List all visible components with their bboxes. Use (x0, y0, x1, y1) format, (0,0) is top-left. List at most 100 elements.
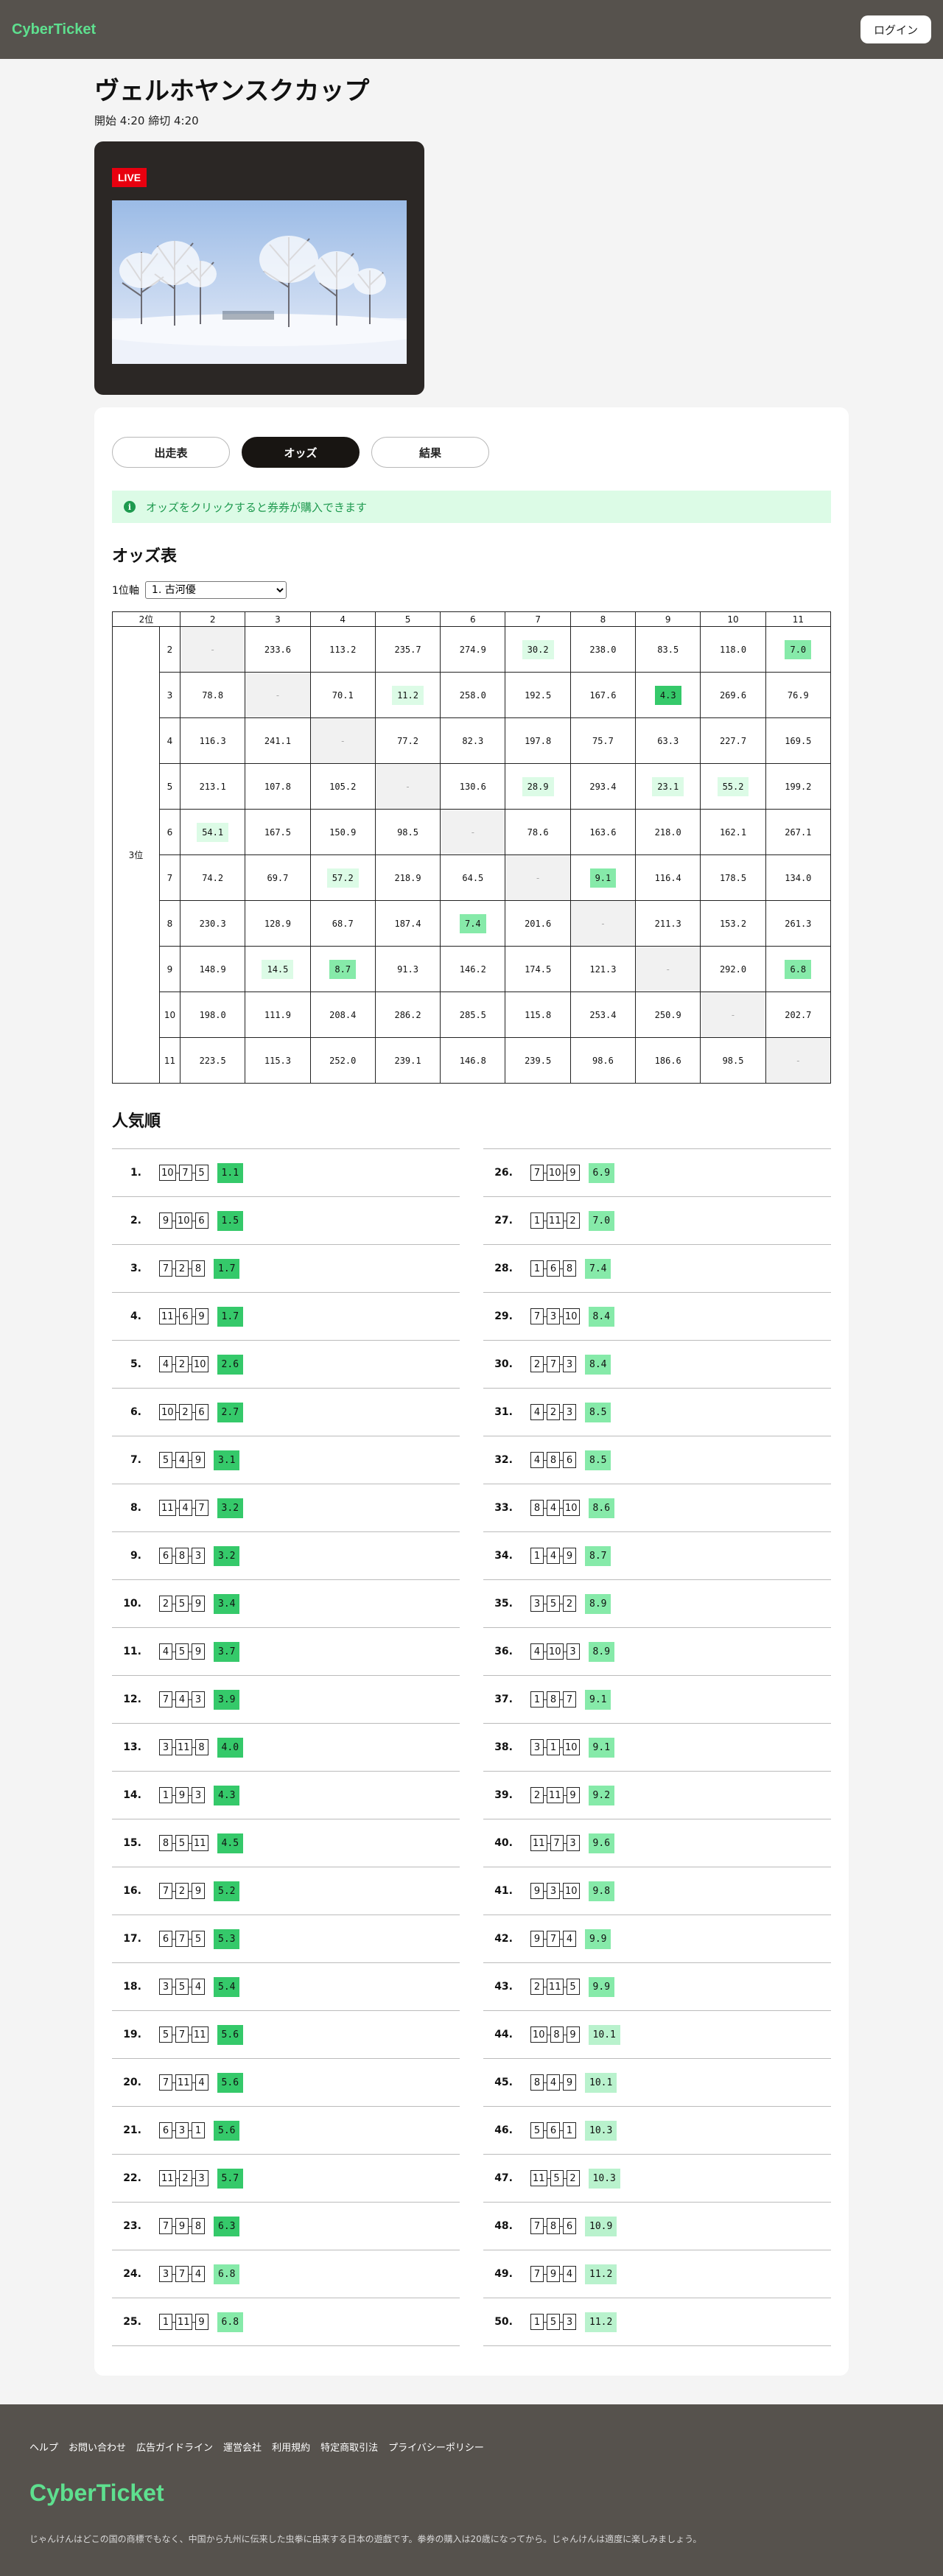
ranking-item[interactable]: 47. 11 5 2 10.3 (483, 2155, 831, 2203)
ranking-item[interactable]: 26. 7 10 9 6.9 (483, 1149, 831, 1197)
rank-odds[interactable]: 5.7 (217, 2168, 244, 2189)
odds-cell[interactable]: 202.7 (765, 992, 832, 1038)
ranking-item[interactable]: 11. 4 5 9 3.7 (112, 1628, 460, 1676)
odds-cell[interactable]: 78.6 (505, 809, 571, 855)
rank-odds[interactable]: 2.7 (217, 1402, 244, 1422)
odds-cell[interactable]: 77.2 (374, 717, 441, 764)
rank-odds[interactable]: 2.6 (217, 1354, 244, 1375)
tab-entries[interactable]: 出走表 (112, 437, 230, 468)
odds-cell[interactable]: 63.3 (635, 717, 701, 764)
rank-odds[interactable]: 4.0 (217, 1737, 244, 1758)
odds-cell[interactable]: 134.0 (765, 854, 832, 901)
ranking-item[interactable]: 4. 11 6 9 1.7 (112, 1293, 460, 1341)
odds-cell[interactable]: 201.6 (505, 900, 571, 947)
odds-cell[interactable]: 75.7 (569, 717, 637, 764)
rank-odds[interactable]: 3.9 (214, 1689, 240, 1710)
odds-cell[interactable]: 218.0 (635, 809, 701, 855)
rank-odds[interactable]: 9.2 (588, 1785, 615, 1805)
footer-link[interactable]: 利用規約 (272, 2440, 310, 2454)
ranking-item[interactable]: 9. 6 8 3 3.2 (112, 1532, 460, 1580)
odds-cell[interactable]: 69.7 (245, 854, 311, 901)
odds-cell[interactable]: 98.5 (374, 809, 441, 855)
axis-select[interactable]: 1. 古河優 (144, 581, 287, 599)
ranking-item[interactable]: 44. 10 8 9 10.1 (483, 2011, 831, 2059)
odds-cell[interactable]: 146.8 (440, 1037, 506, 1084)
login-button[interactable]: ログイン (860, 15, 931, 43)
ranking-item[interactable]: 32. 4 8 6 8.5 (483, 1436, 831, 1484)
ranking-item[interactable]: 1. 10 7 5 1.1 (112, 1149, 460, 1197)
odds-cell[interactable]: 116.4 (635, 854, 701, 901)
rank-odds[interactable]: 8.9 (585, 1593, 611, 1614)
odds-cell[interactable]: 223.5 (179, 1037, 246, 1084)
rank-odds[interactable]: 11.2 (585, 2312, 617, 2332)
rank-odds[interactable]: 8.4 (588, 1306, 615, 1327)
rank-odds[interactable]: 9.8 (588, 1881, 615, 1901)
ranking-item[interactable]: 33. 8 4 10 8.6 (483, 1484, 831, 1532)
odds-cell[interactable]: 55.2 (700, 763, 766, 810)
odds-cell[interactable]: 118.0 (700, 626, 766, 673)
rank-odds[interactable]: 5.3 (214, 1929, 240, 1949)
rank-odds[interactable]: 7.0 (588, 1210, 615, 1231)
rank-odds[interactable]: 3.4 (214, 1593, 240, 1614)
odds-cell[interactable]: 286.2 (374, 992, 441, 1038)
ranking-item[interactable]: 39. 2 11 9 9.2 (483, 1772, 831, 1819)
odds-cell[interactable]: 274.9 (440, 626, 506, 673)
odds-cell[interactable]: 235.7 (374, 626, 441, 673)
odds-cell[interactable]: 98.5 (700, 1037, 766, 1084)
odds-cell[interactable]: 197.8 (505, 717, 571, 764)
rank-odds[interactable]: 10.3 (588, 2168, 620, 2189)
odds-cell[interactable]: 186.6 (635, 1037, 701, 1084)
ranking-item[interactable]: 14. 1 9 3 4.3 (112, 1772, 460, 1819)
odds-cell[interactable]: 293.4 (569, 763, 637, 810)
ranking-item[interactable]: 29. 7 3 10 8.4 (483, 1293, 831, 1341)
odds-cell[interactable]: 4.3 (635, 672, 701, 718)
odds-cell[interactable]: 192.5 (505, 672, 571, 718)
odds-cell[interactable]: 239.1 (374, 1037, 441, 1084)
ranking-item[interactable]: 38. 3 1 10 9.1 (483, 1724, 831, 1772)
ranking-item[interactable]: 16. 7 2 9 5.2 (112, 1867, 460, 1915)
odds-cell[interactable]: 233.6 (245, 626, 311, 673)
rank-odds[interactable]: 6.8 (217, 2312, 244, 2332)
rank-odds[interactable]: 5.6 (217, 2072, 244, 2093)
odds-cell[interactable]: 253.4 (569, 992, 637, 1038)
odds-cell[interactable]: 107.8 (245, 763, 311, 810)
ranking-item[interactable]: 24. 3 7 4 6.8 (112, 2250, 460, 2298)
rank-odds[interactable]: 8.5 (585, 1450, 611, 1470)
ranking-item[interactable]: 34. 1 4 9 8.7 (483, 1532, 831, 1580)
ranking-item[interactable]: 27. 1 11 2 7.0 (483, 1197, 831, 1245)
odds-cell[interactable]: 14.5 (245, 946, 311, 992)
footer-link[interactable]: プライバシーポリシー (388, 2440, 484, 2454)
odds-cell[interactable]: 285.5 (440, 992, 506, 1038)
odds-cell[interactable]: 64.5 (440, 854, 506, 901)
ranking-item[interactable]: 30. 2 7 3 8.4 (483, 1341, 831, 1389)
ranking-item[interactable]: 25. 1 11 9 6.8 (112, 2298, 460, 2346)
rank-odds[interactable]: 8.7 (585, 1545, 611, 1566)
odds-cell[interactable]: 121.3 (569, 946, 637, 992)
odds-cell[interactable]: 241.1 (245, 717, 311, 764)
ranking-item[interactable]: 43. 2 11 5 9.9 (483, 1963, 831, 2011)
odds-cell[interactable]: 230.3 (179, 900, 246, 947)
rank-odds[interactable]: 10.9 (585, 2216, 617, 2236)
odds-cell[interactable]: 169.5 (765, 717, 832, 764)
rank-odds[interactable]: 1.1 (217, 1162, 244, 1183)
odds-cell[interactable]: 238.0 (569, 626, 637, 673)
odds-cell[interactable]: 239.5 (505, 1037, 571, 1084)
rank-odds[interactable]: 8.4 (585, 1354, 611, 1375)
odds-cell[interactable]: 68.7 (309, 900, 376, 947)
odds-cell[interactable]: 6.8 (765, 946, 832, 992)
rank-odds[interactable]: 11.2 (585, 2264, 617, 2284)
ranking-item[interactable]: 15. 8 5 11 4.5 (112, 1819, 460, 1867)
ranking-item[interactable]: 17. 6 7 5 5.3 (112, 1915, 460, 1963)
rank-odds[interactable]: 1.7 (214, 1258, 240, 1279)
ranking-item[interactable]: 5. 4 2 10 2.6 (112, 1341, 460, 1389)
odds-cell[interactable]: 174.5 (505, 946, 571, 992)
odds-cell[interactable]: 57.2 (309, 854, 376, 901)
odds-cell[interactable]: 250.9 (635, 992, 701, 1038)
rank-odds[interactable]: 10.3 (585, 2120, 617, 2141)
rank-odds[interactable]: 6.3 (214, 2216, 240, 2236)
rank-odds[interactable]: 10.1 (585, 2072, 617, 2093)
ranking-item[interactable]: 50. 1 5 3 11.2 (483, 2298, 831, 2346)
odds-cell[interactable]: 76.9 (765, 672, 832, 718)
odds-cell[interactable]: 227.7 (700, 717, 766, 764)
odds-cell[interactable]: 187.4 (374, 900, 441, 947)
